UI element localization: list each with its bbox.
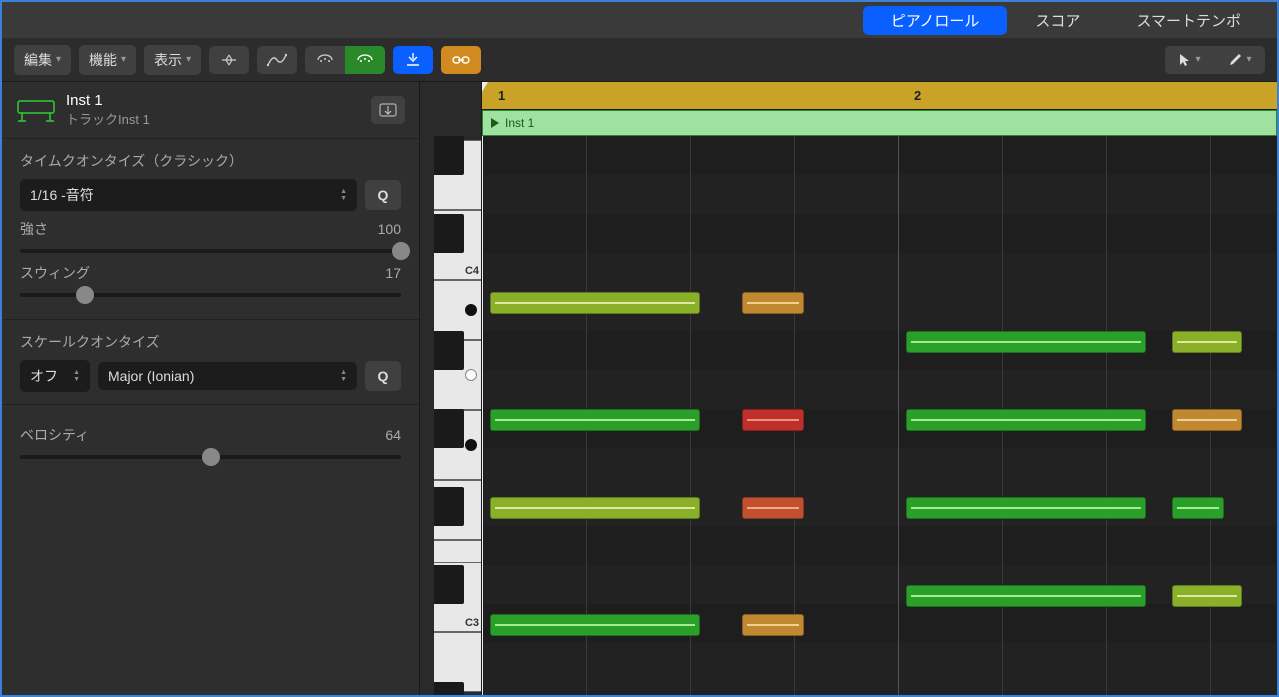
midi-note[interactable] bbox=[742, 409, 804, 431]
collapse-inspector-icon[interactable] bbox=[371, 96, 405, 124]
piano-keyboard[interactable]: C4 C3 bbox=[420, 82, 482, 695]
midi-note[interactable] bbox=[906, 585, 1146, 607]
midi-note[interactable] bbox=[742, 292, 804, 314]
piano-key-black[interactable] bbox=[434, 409, 464, 448]
midi-note[interactable] bbox=[1172, 497, 1224, 519]
stepper-icon: ▲▼ bbox=[73, 369, 80, 383]
key-dot-icon bbox=[465, 439, 477, 451]
time-quantize-section: タイムクオンタイズ（クラシック） 1/16 -音符 ▲▼ Q 強さ 100 スウ… bbox=[2, 139, 419, 320]
swing-value: 17 bbox=[385, 265, 401, 281]
midi-in-icon[interactable] bbox=[305, 46, 345, 74]
pointer-tool-icon[interactable]: ▾ bbox=[1165, 46, 1215, 74]
edit-menu-label: 編集 bbox=[24, 50, 52, 70]
toolbar: 編集 ▾ 機能 ▾ 表示 ▾ ▾ ▾ bbox=[2, 38, 1277, 82]
strength-label: 強さ bbox=[20, 219, 48, 239]
chevron-down-icon: ▾ bbox=[1246, 54, 1251, 65]
piano-key-black[interactable] bbox=[434, 136, 464, 175]
track-header: Inst 1 トラックInst 1 bbox=[2, 82, 419, 139]
tab-smart-tempo[interactable]: スマートテンポ bbox=[1108, 6, 1269, 35]
scale-quantize-off-select[interactable]: オフ ▲▼ bbox=[20, 360, 90, 392]
midi-note[interactable] bbox=[490, 497, 700, 519]
chevron-down-icon: ▾ bbox=[186, 54, 191, 65]
scale-off-text: オフ bbox=[30, 366, 58, 386]
midi-out-icon[interactable] bbox=[345, 46, 385, 74]
collapse-tool-icon[interactable] bbox=[209, 46, 249, 74]
region-header[interactable]: Inst 1 bbox=[482, 110, 1277, 136]
midi-note[interactable] bbox=[490, 409, 700, 431]
piano-key-black[interactable] bbox=[434, 487, 464, 526]
midi-note[interactable] bbox=[742, 497, 804, 519]
time-quantize-label: タイムクオンタイズ（クラシック） bbox=[20, 151, 401, 171]
strength-slider[interactable] bbox=[20, 249, 401, 253]
stepper-icon: ▲▼ bbox=[340, 369, 347, 383]
note-grid-area[interactable]: 1 2 Inst 1 bbox=[482, 82, 1277, 695]
playhead-line[interactable] bbox=[482, 136, 483, 695]
track-name: Inst 1 bbox=[66, 92, 150, 109]
scale-quantize-label: スケールクオンタイズ bbox=[20, 332, 401, 352]
quantize-value-select[interactable]: 1/16 -音符 ▲▼ bbox=[20, 179, 357, 211]
scale-quantize-button[interactable]: Q bbox=[365, 361, 401, 391]
midi-note[interactable] bbox=[1172, 409, 1242, 431]
swing-label: スウィング bbox=[20, 263, 90, 283]
automation-curve-icon[interactable] bbox=[257, 46, 297, 74]
midi-note[interactable] bbox=[742, 614, 804, 636]
scale-quantize-section: スケールクオンタイズ オフ ▲▼ Major (Ionian) ▲▼ Q bbox=[2, 320, 419, 405]
ruler-bar-1: 1 bbox=[498, 88, 505, 103]
velocity-section: ベロシティ 64 bbox=[2, 405, 419, 481]
velocity-slider[interactable] bbox=[20, 455, 401, 459]
key-label-c3: C3 bbox=[465, 617, 479, 629]
key-dot-icon bbox=[465, 304, 477, 316]
chevron-down-icon: ▾ bbox=[121, 54, 126, 65]
scale-select[interactable]: Major (Ionian) ▲▼ bbox=[98, 362, 357, 390]
view-menu[interactable]: 表示 ▾ bbox=[144, 45, 201, 75]
velocity-label: ベロシティ bbox=[20, 425, 89, 445]
functions-menu-label: 機能 bbox=[89, 50, 117, 70]
piano-key-black[interactable] bbox=[434, 331, 464, 370]
velocity-value: 64 bbox=[385, 427, 401, 443]
piano-key-black[interactable] bbox=[434, 682, 464, 695]
note-grid[interactable] bbox=[482, 136, 1277, 695]
catch-playhead-icon[interactable] bbox=[393, 46, 433, 74]
piano-key-black[interactable] bbox=[434, 565, 464, 604]
view-menu-label: 表示 bbox=[154, 50, 182, 70]
playhead-marker-icon[interactable] bbox=[482, 82, 488, 92]
chevron-down-icon: ▾ bbox=[1195, 54, 1200, 65]
quantize-button[interactable]: Q bbox=[365, 180, 401, 210]
track-sublabel: トラックInst 1 bbox=[66, 109, 150, 128]
ruler-bar-2: 2 bbox=[914, 88, 921, 103]
pointer-tool-group: ▾ ▾ bbox=[1165, 46, 1265, 74]
midi-note[interactable] bbox=[490, 292, 700, 314]
view-tab-bar: ピアノロール スコア スマートテンポ bbox=[2, 2, 1277, 38]
midi-note[interactable] bbox=[1172, 585, 1242, 607]
piano-key-black[interactable] bbox=[434, 214, 464, 253]
key-dot-icon bbox=[465, 369, 477, 381]
swing-slider[interactable] bbox=[20, 293, 401, 297]
link-icon[interactable] bbox=[441, 46, 481, 74]
midi-note[interactable] bbox=[490, 614, 700, 636]
midi-note[interactable] bbox=[906, 497, 1146, 519]
chevron-down-icon: ▾ bbox=[56, 54, 61, 65]
quantize-value-text: 1/16 -音符 bbox=[30, 185, 94, 205]
bar-ruler[interactable]: 1 2 bbox=[482, 82, 1277, 110]
inspector-panel: Inst 1 トラックInst 1 タイムクオンタイズ（クラシック） 1/16 … bbox=[2, 82, 420, 695]
play-region-icon[interactable] bbox=[491, 118, 499, 128]
main-area: Inst 1 トラックInst 1 タイムクオンタイズ（クラシック） 1/16 … bbox=[2, 82, 1277, 695]
midi-note[interactable] bbox=[906, 331, 1146, 353]
stepper-icon: ▲▼ bbox=[340, 188, 347, 202]
key-label-c4: C4 bbox=[465, 265, 479, 277]
scale-text: Major (Ionian) bbox=[108, 368, 194, 384]
tab-pianoroll[interactable]: ピアノロール bbox=[863, 6, 1008, 35]
edit-menu[interactable]: 編集 ▾ bbox=[14, 45, 71, 75]
track-info: Inst 1 トラックInst 1 bbox=[66, 92, 150, 128]
instrument-icon bbox=[16, 97, 56, 123]
midi-note[interactable] bbox=[906, 409, 1146, 431]
region-name: Inst 1 bbox=[505, 116, 534, 130]
functions-menu[interactable]: 機能 ▾ bbox=[79, 45, 136, 75]
midi-note[interactable] bbox=[1172, 331, 1242, 353]
strength-value: 100 bbox=[378, 221, 401, 237]
midi-tool-pair bbox=[305, 46, 385, 74]
piano-roll: C4 C3 1 2 Inst bbox=[420, 82, 1277, 695]
pencil-tool-icon[interactable]: ▾ bbox=[1215, 46, 1265, 74]
tab-score[interactable]: スコア bbox=[1007, 6, 1108, 35]
